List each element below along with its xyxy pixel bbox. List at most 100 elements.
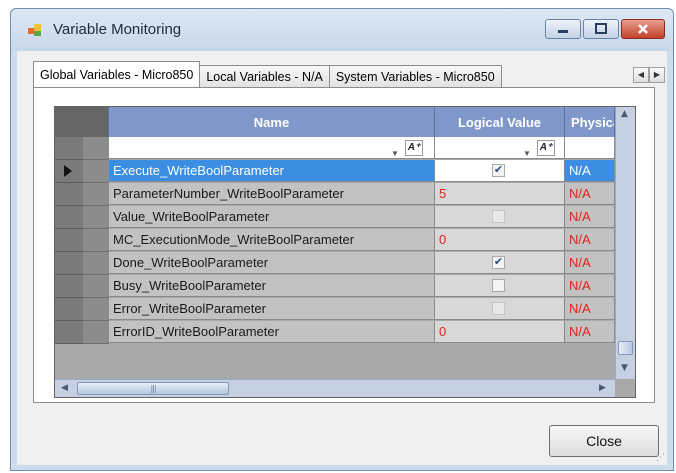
variable-name-cell[interactable]: Busy_WriteBoolParameter — [109, 275, 435, 297]
tab-system-variables[interactable]: System Variables - Micro850 — [328, 65, 502, 87]
filter-options-icon[interactable]: A⁺ — [537, 140, 555, 156]
checkbox-checked-icon[interactable]: ✔ — [492, 164, 505, 177]
table-row[interactable]: Value_WriteBoolParameter N/A — [55, 206, 615, 229]
variable-name-cell[interactable]: Execute_WriteBoolParameter — [109, 160, 435, 182]
grid-corner-header — [55, 107, 109, 137]
row-spacer — [83, 137, 109, 160]
horizontal-scrollbar[interactable]: ◀ ||| ▶ — [55, 379, 615, 397]
variables-grid: Name Logical Value Physical ▼ A⁺ ▼ A⁺ — [54, 106, 636, 398]
horizontal-scroll-thumb[interactable]: ||| — [77, 382, 229, 395]
tab-scroll-right-button[interactable]: ▶ — [649, 67, 665, 83]
maximize-button[interactable] — [583, 19, 619, 39]
table-row[interactable]: Execute_WriteBoolParameter ✔ N/A — [55, 160, 615, 183]
physical-value-cell: N/A — [565, 298, 615, 320]
minimize-icon — [558, 30, 568, 33]
scroll-left-icon[interactable]: ◀ — [61, 383, 68, 393]
variable-name-cell[interactable]: Error_WriteBoolParameter — [109, 298, 435, 320]
window-title: Variable Monitoring — [53, 21, 182, 38]
table-row[interactable]: Busy_WriteBoolParameter N/A — [55, 275, 615, 298]
table-row[interactable]: ErrorID_WriteBoolParameter 0 N/A — [55, 321, 615, 344]
row-spacer — [83, 183, 109, 206]
title-bar[interactable]: Variable Monitoring — [11, 9, 673, 51]
chevron-left-icon: ◀ — [637, 70, 645, 79]
logical-value-cell[interactable]: ✔ — [435, 252, 565, 274]
checkbox-unchecked-icon[interactable] — [492, 302, 505, 315]
tab-local-variables[interactable]: Local Variables - N/A — [199, 65, 330, 87]
row-header[interactable] — [55, 252, 83, 275]
row-spacer — [83, 229, 109, 252]
row-header[interactable] — [55, 229, 83, 252]
variable-name-cell[interactable]: Done_WriteBoolParameter — [109, 252, 435, 274]
checkbox-checked-icon[interactable]: ✔ — [492, 256, 505, 269]
physical-value-cell: N/A — [565, 206, 615, 228]
minimize-button[interactable] — [545, 19, 581, 39]
variable-name-cell[interactable]: ErrorID_WriteBoolParameter — [109, 321, 435, 343]
table-row[interactable]: Done_WriteBoolParameter ✔ N/A — [55, 252, 615, 275]
logical-filter-cell[interactable]: ▼ A⁺ — [435, 137, 565, 159]
table-row[interactable]: ParameterNumber_WriteBoolParameter 5 N/A — [55, 183, 615, 206]
scroll-right-icon[interactable]: ▶ — [599, 383, 606, 393]
physical-value-cell: N/A — [565, 183, 615, 205]
filter-dropdown-icon[interactable]: ▼ — [523, 143, 531, 158]
logical-value-cell[interactable] — [435, 275, 565, 297]
logical-value-cell[interactable] — [435, 298, 565, 320]
variable-name-cell[interactable]: ParameterNumber_WriteBoolParameter — [109, 183, 435, 205]
logical-value-cell[interactable]: ✔ — [435, 160, 565, 182]
row-header[interactable] — [55, 183, 83, 206]
row-spacer — [83, 298, 109, 321]
row-header[interactable] — [55, 160, 83, 183]
grip-lines-icon: ||| — [150, 384, 156, 393]
app-variables-icon — [28, 24, 41, 36]
row-header[interactable] — [55, 206, 83, 229]
tab-strip: Global Variables - Micro850 Local Variab… — [33, 61, 502, 87]
resize-grip-icon[interactable]: ⋰ — [656, 453, 665, 463]
column-header-physical[interactable]: Physical — [565, 107, 615, 137]
filter-dropdown-icon[interactable]: ▼ — [391, 143, 399, 158]
physical-value-cell: N/A — [565, 160, 615, 182]
physical-filter-cell[interactable] — [565, 137, 615, 159]
physical-value-cell: N/A — [565, 229, 615, 251]
row-spacer — [83, 252, 109, 275]
tab-global-variables[interactable]: Global Variables - Micro850 — [33, 61, 201, 87]
logical-value-cell[interactable] — [435, 206, 565, 228]
physical-value-cell: N/A — [565, 321, 615, 343]
table-row[interactable]: Error_WriteBoolParameter N/A — [55, 298, 615, 321]
dialog-client-area: Global Variables - Micro850 Local Variab… — [17, 51, 667, 465]
scroll-down-icon[interactable]: ▼ — [621, 363, 628, 373]
tab-panel-global-variables: Name Logical Value Physical ▼ A⁺ ▼ A⁺ — [33, 87, 655, 403]
table-row[interactable]: MC_ExecutionMode_WriteBoolParameter 0 N/… — [55, 229, 615, 252]
row-spacer — [83, 321, 109, 344]
column-header-name[interactable]: Name — [109, 107, 435, 137]
tab-scroll-left-button[interactable]: ◀ — [633, 67, 649, 83]
row-header — [55, 137, 83, 160]
physical-value-cell: N/A — [565, 252, 615, 274]
close-window-button[interactable] — [621, 19, 665, 39]
row-header[interactable] — [55, 298, 83, 321]
maximize-icon — [595, 23, 607, 34]
logical-value-cell[interactable]: 0 — [435, 229, 565, 251]
chevron-right-icon: ▶ — [653, 70, 661, 79]
filter-row: ▼ A⁺ ▼ A⁺ — [55, 137, 615, 160]
checkbox-unchecked-icon[interactable] — [492, 210, 505, 223]
name-filter-cell[interactable]: ▼ A⁺ — [109, 137, 435, 159]
filter-options-icon[interactable]: A⁺ — [405, 140, 423, 156]
variable-monitoring-window: Variable Monitoring Global Variables - M… — [10, 8, 674, 471]
row-header[interactable] — [55, 275, 83, 298]
scroll-up-icon[interactable]: ▲ — [621, 109, 628, 119]
vertical-scroll-thumb[interactable] — [618, 341, 633, 355]
vertical-scrollbar[interactable]: ▲ ▼ — [615, 107, 635, 379]
checkbox-unchecked-icon[interactable] — [492, 279, 505, 292]
variable-name-cell[interactable]: Value_WriteBoolParameter — [109, 206, 435, 228]
column-header-logical-value[interactable]: Logical Value — [435, 107, 565, 137]
close-icon — [638, 24, 648, 34]
row-spacer — [83, 206, 109, 229]
row-spacer — [83, 275, 109, 298]
row-header[interactable] — [55, 321, 83, 344]
variable-name-cell[interactable]: MC_ExecutionMode_WriteBoolParameter — [109, 229, 435, 251]
logical-value-cell[interactable]: 0 — [435, 321, 565, 343]
current-row-arrow-icon — [64, 165, 72, 177]
close-button[interactable]: Close — [549, 425, 659, 457]
row-spacer — [83, 160, 109, 183]
logical-value-cell[interactable]: 5 — [435, 183, 565, 205]
physical-value-cell: N/A — [565, 275, 615, 297]
